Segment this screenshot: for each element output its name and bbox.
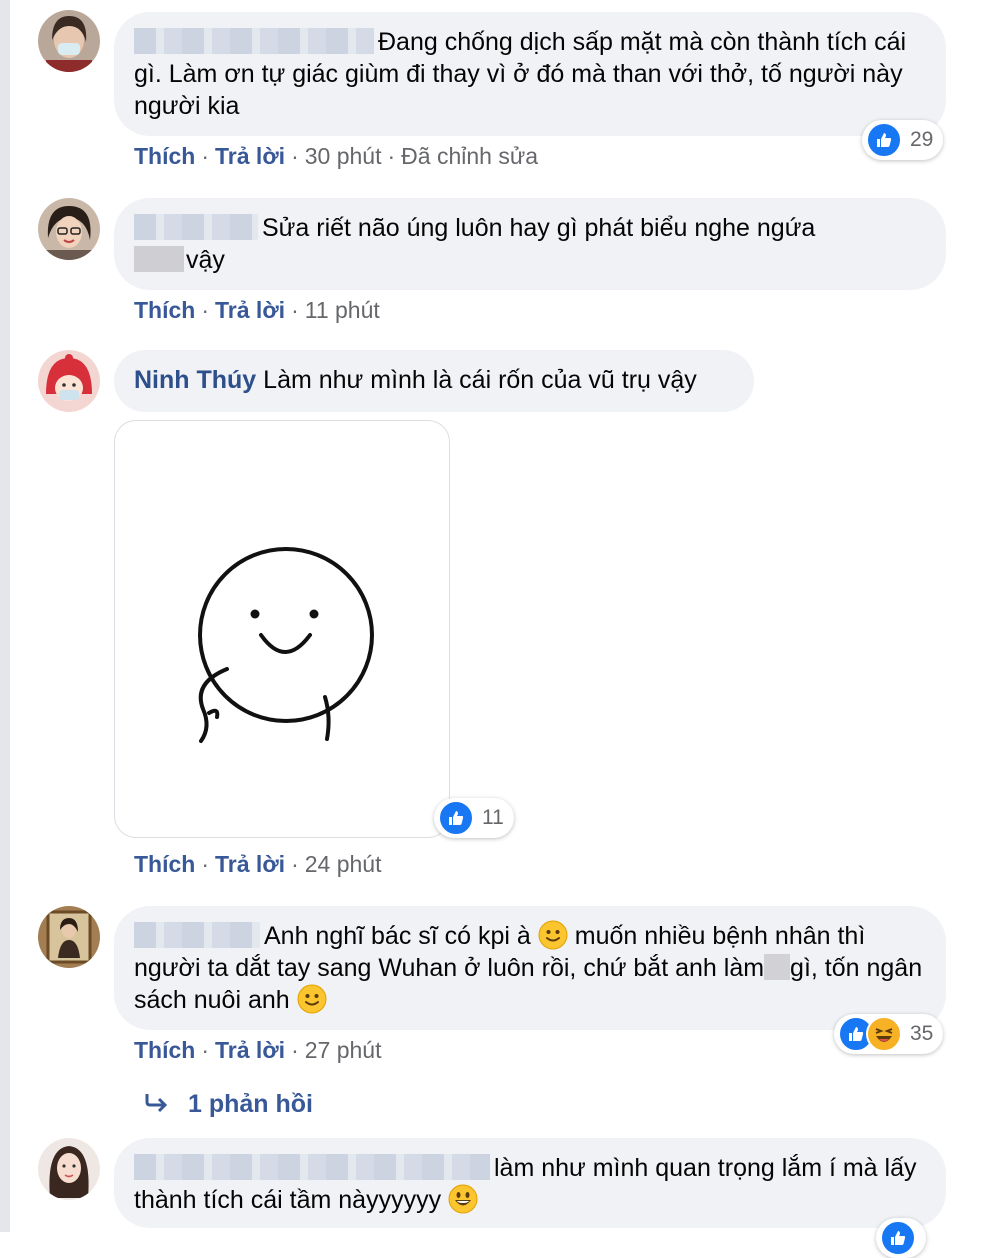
- haha-icon: [866, 1016, 902, 1052]
- sticker-image[interactable]: [114, 420, 450, 838]
- reaction-count: 35: [910, 1022, 934, 1045]
- reply-link[interactable]: Trả lời: [215, 297, 285, 323]
- thread-left-border: [0, 0, 10, 1232]
- like-link[interactable]: Thích: [134, 297, 195, 323]
- like-icon: [880, 1220, 916, 1256]
- comment-actions: Thích · Trả lời · 24 phút: [134, 851, 382, 877]
- like-link[interactable]: Thích: [134, 1037, 195, 1063]
- timestamp[interactable]: 27 phút: [305, 1037, 382, 1063]
- smiling-face-sticker: [198, 547, 374, 743]
- replies-count-label[interactable]: 1 phản hồi: [188, 1090, 313, 1118]
- reply-arrow-icon: [145, 1094, 168, 1113]
- like-icon: [866, 122, 902, 158]
- comment-actions: Thích · Trả lời · 27 phút: [134, 1037, 382, 1063]
- avatar[interactable]: [38, 906, 100, 968]
- reaction-summary-partial[interactable]: [876, 1218, 926, 1258]
- comment-actions: Thích · Trả lời · 11 phút: [134, 297, 380, 323]
- redacted-word: [134, 246, 184, 272]
- redacted-author-name: [134, 922, 260, 948]
- comment-text: Anh nghĩ bác sĩ có kpi à: [264, 922, 531, 950]
- reply-link[interactable]: Trả lời: [215, 143, 285, 169]
- comment-bubble: Ninh Thúy Làm như mình là cái rốn của vũ…: [114, 350, 754, 412]
- comment-bubble: Anh nghĩ bác sĩ có kpi à muốn nhiều bệnh…: [114, 906, 946, 1030]
- avatar[interactable]: [38, 10, 100, 72]
- comment-bubble: Đang chống dịch sấp mặt mà còn thành tíc…: [114, 12, 946, 136]
- like-icon: [438, 800, 474, 836]
- reaction-summary[interactable]: 11: [434, 798, 514, 838]
- avatar[interactable]: [38, 1138, 100, 1200]
- comment-text: Sửa riết não úng luôn hay gì phát biểu n…: [262, 214, 816, 242]
- redacted-author-name: [134, 28, 374, 54]
- timestamp[interactable]: 30 phút: [305, 143, 382, 169]
- view-replies-link[interactable]: 1 phản hồi: [144, 1090, 313, 1119]
- comment-bubble: Sửa riết não úng luôn hay gì phát biểu n…: [114, 198, 946, 290]
- comment-actions: Thích · Trả lời · 30 phút · Đã chỉnh sửa: [134, 143, 539, 169]
- slightly-smiling-emoji: [297, 984, 327, 1014]
- timestamp[interactable]: 11 phút: [305, 297, 380, 323]
- reaction-count: 29: [910, 128, 934, 151]
- slightly-smiling-emoji: [538, 920, 568, 950]
- comment-bubble: làm như mình quan trọng lắm í mà lấy thà…: [114, 1138, 946, 1228]
- comment-author[interactable]: Ninh Thúy: [134, 366, 256, 394]
- timestamp[interactable]: 24 phút: [305, 851, 382, 877]
- avatar[interactable]: [38, 198, 100, 260]
- comment-text: Làm như mình là cái rốn của vũ trụ vậy: [263, 366, 697, 394]
- grinning-emoji: [448, 1184, 478, 1214]
- like-link[interactable]: Thích: [134, 851, 195, 877]
- reaction-count: 11: [482, 806, 504, 829]
- redacted-author-name: [134, 214, 258, 240]
- reaction-summary[interactable]: 29: [862, 120, 944, 160]
- redacted-word: [764, 954, 791, 980]
- reaction-summary[interactable]: 35: [834, 1014, 944, 1054]
- reply-link[interactable]: Trả lời: [215, 1037, 285, 1063]
- comment-text-end: vậy: [186, 246, 225, 274]
- redacted-author-name: [134, 1154, 490, 1180]
- like-link[interactable]: Thích: [134, 143, 195, 169]
- reply-link[interactable]: Trả lời: [215, 851, 285, 877]
- edited-label[interactable]: Đã chỉnh sửa: [401, 143, 538, 169]
- avatar[interactable]: [38, 350, 100, 412]
